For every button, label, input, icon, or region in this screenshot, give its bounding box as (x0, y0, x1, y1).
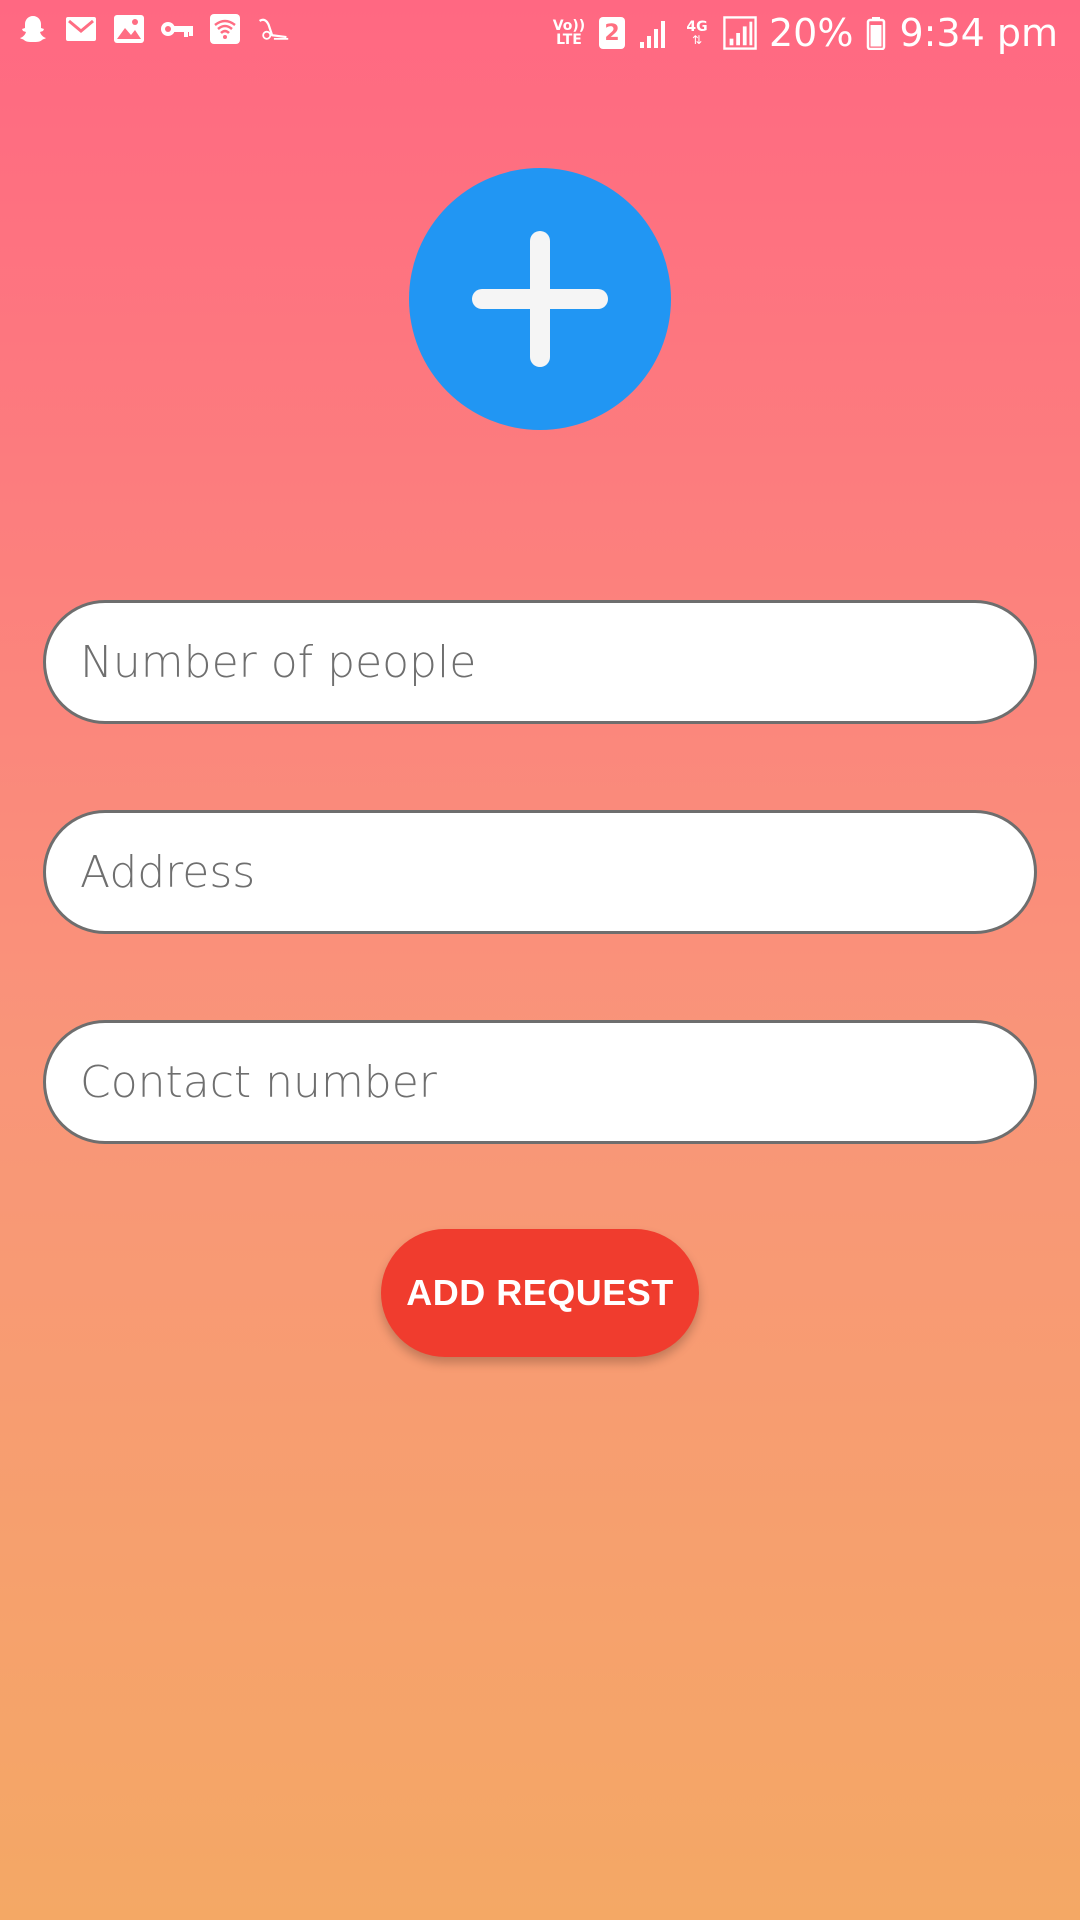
notification-app-icon (256, 12, 290, 46)
battery-percent: 20% (768, 11, 854, 55)
clock: 9:34 pm (899, 11, 1058, 55)
volte-top-label: Vo)) (552, 18, 586, 34)
volte-bottom-label: LTE (556, 32, 582, 48)
plus-icon (472, 231, 608, 367)
battery-icon (865, 16, 887, 50)
signal-boxed-icon (723, 16, 757, 50)
network-type-label: 4G (686, 19, 708, 35)
volte-indicator: Vo)) LTE (551, 19, 587, 47)
add-request-button[interactable]: ADD REQUEST (381, 1229, 699, 1357)
key-icon (160, 12, 194, 46)
status-bar: Vo)) LTE 2 4G ⇅ 20% 9:34 pm (0, 0, 1080, 66)
status-bar-system: Vo)) LTE 2 4G ⇅ 20% 9:34 pm (551, 8, 1058, 58)
gmail-icon (64, 12, 98, 46)
signal-icon (637, 16, 671, 50)
contact-number-input[interactable] (43, 1020, 1037, 1144)
add-button[interactable] (409, 168, 671, 430)
address-input[interactable] (43, 810, 1037, 934)
gallery-icon (112, 12, 146, 46)
network-type-indicator: 4G ⇅ (683, 20, 711, 46)
snapchat-icon (16, 12, 50, 46)
status-bar-notifications (16, 12, 290, 46)
wifi-hotspot-icon (208, 12, 242, 46)
sim-2-badge: 2 (598, 17, 625, 49)
data-arrows-icon: ⇅ (691, 33, 702, 47)
number-of-people-input[interactable] (43, 600, 1037, 724)
